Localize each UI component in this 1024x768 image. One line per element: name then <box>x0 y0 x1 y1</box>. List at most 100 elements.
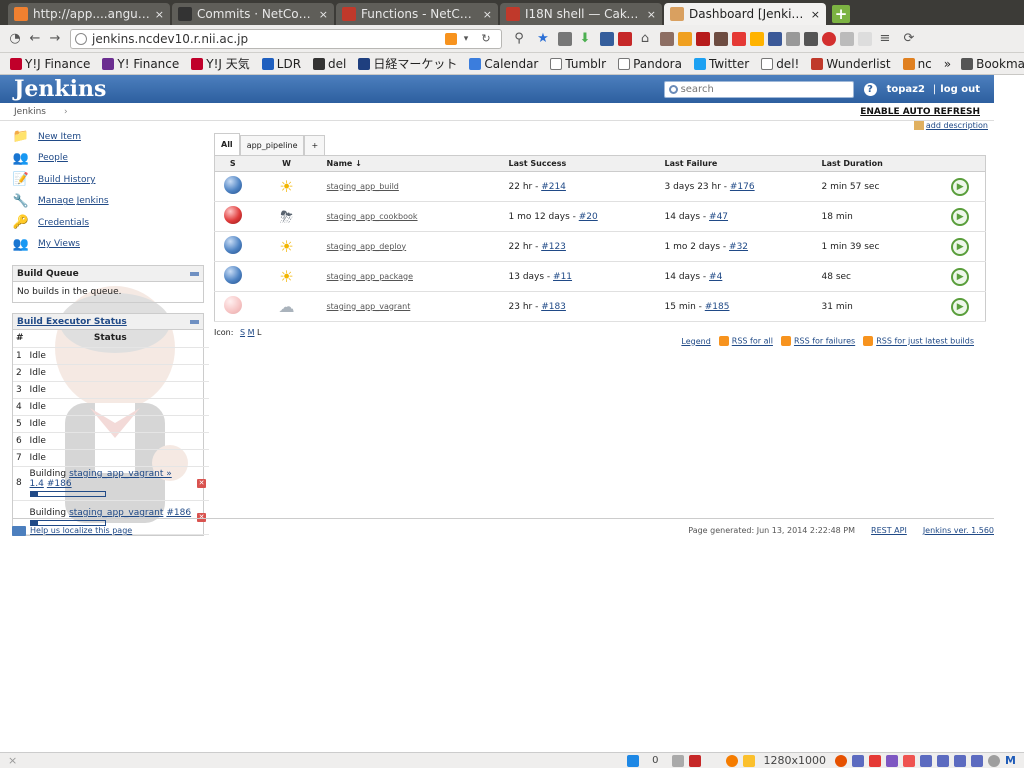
executor-progress-bar[interactable] <box>29 491 106 497</box>
schedule-build-icon[interactable]: ▶ <box>951 207 970 226</box>
add-description-link[interactable]: add description <box>913 121 988 130</box>
css-icon[interactable] <box>971 754 984 767</box>
job-name-link[interactable]: staging_app_vagrant <box>327 302 411 311</box>
stop-build-icon[interactable]: ✕ <box>197 479 207 488</box>
schedule-build-icon[interactable]: ▶ <box>951 237 970 256</box>
bookmarks-menu[interactable]: Bookmarks <box>961 57 1024 71</box>
sidebar-task-new-item[interactable]: 📁 New Item <box>12 126 204 148</box>
status-ball-blue-icon[interactable] <box>223 236 242 254</box>
breadcrumb-chevron-icon[interactable]: › <box>64 107 68 117</box>
translate-icon[interactable] <box>804 31 818 46</box>
col-name[interactable]: Name ↓ <box>322 155 505 172</box>
last-failure-build-link[interactable]: #4 <box>709 272 722 282</box>
extension-icon[interactable] <box>750 31 764 46</box>
rss-feed-icon[interactable] <box>445 32 457 45</box>
search-icon[interactable]: ⚲ <box>510 30 528 48</box>
browser-tab[interactable]: Dashboard [Jenkins] × <box>664 3 826 25</box>
sidebar-task-credentials[interactable]: 🔑 Credentials <box>12 212 204 234</box>
view-tab[interactable]: + <box>304 135 326 155</box>
site-info-icon[interactable] <box>75 32 87 45</box>
executor-title[interactable]: Build Executor Status <box>17 317 127 327</box>
bookmark-item[interactable]: nc <box>902 55 932 72</box>
menu-icon[interactable]: ≡ <box>876 30 894 48</box>
bookmark-item[interactable]: del! <box>761 55 799 72</box>
icon-size-small[interactable]: S <box>240 328 245 337</box>
star-icon[interactable]: ★ <box>534 30 552 48</box>
bookmark-item[interactable]: LDR <box>261 55 301 72</box>
dropdown-icon[interactable]: ▾ <box>457 30 475 48</box>
schedule-build-icon[interactable]: ▶ <box>951 177 970 196</box>
browser-tab[interactable]: http://app....anguage=ja × <box>8 3 170 25</box>
bookmark-item[interactable]: Wunderlist <box>811 55 891 72</box>
bookmark-item[interactable]: Tumblr <box>550 55 606 72</box>
sidebar-task-link[interactable]: People <box>38 153 68 163</box>
last-failure-build-link[interactable]: #176 <box>730 182 755 192</box>
sync-icon[interactable]: ⟳ <box>900 30 918 48</box>
last-failure-build-link[interactable]: #47 <box>709 212 728 222</box>
tab-close-icon[interactable]: × <box>155 8 164 21</box>
bookmark-item[interactable]: Y!J 天気 <box>191 55 250 72</box>
last-success-build-link[interactable]: #11 <box>553 272 572 282</box>
last-failure-build-link[interactable]: #185 <box>705 302 730 312</box>
view-tab[interactable]: app_pipeline <box>239 135 305 155</box>
collapse-icon[interactable] <box>190 271 199 276</box>
addon-icon[interactable] <box>835 754 848 767</box>
schedule-build-icon[interactable]: ▶ <box>951 297 970 316</box>
bookmark-item[interactable]: Calendar <box>469 55 538 72</box>
bookmark-item[interactable]: Pandora <box>618 55 682 72</box>
icon-size-medium[interactable]: M <box>248 328 255 337</box>
back-icon[interactable]: ← <box>26 30 44 48</box>
build-queue-title[interactable]: Build Queue <box>17 269 79 279</box>
extension-icon[interactable] <box>660 31 674 46</box>
bookmark-item[interactable]: del <box>313 55 346 72</box>
status-ball-ghost-icon[interactable] <box>223 296 242 314</box>
save-icon[interactable] <box>600 31 614 46</box>
url-bar[interactable]: jenkins.ncdev10.r.nii.ac.jp ▾ ↻ <box>70 28 502 49</box>
hatena-bookmark-icon[interactable] <box>627 754 640 767</box>
browser-tab[interactable]: Commits · NetCommo... × <box>172 3 334 25</box>
job-name-link[interactable]: staging_app_build <box>327 182 399 191</box>
history-icon[interactable]: ◔ <box>6 30 24 48</box>
browser-tab[interactable]: Functions - NetComm... × <box>336 3 498 25</box>
gmail-icon[interactable]: M <box>1005 754 1016 767</box>
addon-icon[interactable] <box>618 31 632 46</box>
adblock-icon[interactable] <box>822 31 836 46</box>
facebook-icon[interactable] <box>768 31 782 46</box>
col-last-duration[interactable]: Last Duration <box>817 155 936 172</box>
rss-link[interactable]: RSS for all <box>718 336 773 346</box>
bookmark-item[interactable]: 日経マーケット <box>358 55 457 72</box>
executor-build-link[interactable]: #186 <box>47 479 72 489</box>
browser-tab[interactable]: I18N shell — CakePHP ... × <box>500 3 662 25</box>
user-link[interactable]: topaz2 <box>887 84 925 95</box>
col-weather[interactable]: W <box>250 155 323 172</box>
extension-icon[interactable] <box>786 31 800 46</box>
js-icon[interactable] <box>852 754 865 767</box>
logout-link[interactable]: log out <box>940 84 980 95</box>
last-success-build-link[interactable]: #183 <box>541 302 566 312</box>
new-tab-icon[interactable]: + <box>832 5 850 23</box>
extension-icon[interactable] <box>714 31 728 46</box>
col-last-success[interactable]: Last Success <box>504 155 661 172</box>
download-icon[interactable]: ⬇ <box>576 30 594 48</box>
tab-close-icon[interactable]: × <box>319 8 328 21</box>
help-icon[interactable]: ? <box>863 82 877 96</box>
firebug-icon[interactable] <box>725 754 738 767</box>
job-name-link[interactable]: staging_app_cookbook <box>327 212 418 221</box>
status-ball-blue-icon[interactable] <box>223 176 242 194</box>
tab-close-icon[interactable]: × <box>483 8 492 21</box>
bookmark-item[interactable]: Twitter <box>693 55 749 72</box>
silverlight-icon[interactable] <box>903 754 916 767</box>
image-icon[interactable] <box>937 754 950 767</box>
extension-icon[interactable] <box>678 31 692 46</box>
close-icon[interactable]: × <box>8 754 17 767</box>
overflow-chevron-icon[interactable]: » <box>944 57 951 71</box>
status-ball-blue-icon[interactable] <box>223 266 242 284</box>
rss-link[interactable]: RSS for just latest builds <box>863 336 974 346</box>
flash-icon[interactable] <box>886 754 899 767</box>
clipboard-icon[interactable] <box>558 31 572 46</box>
rss-link[interactable]: RSS for failures <box>780 336 855 346</box>
sidebar-task-link[interactable]: Build History <box>38 175 95 185</box>
sidebar-task-link[interactable]: New Item <box>38 132 81 142</box>
extension-icon[interactable] <box>696 31 710 46</box>
cookie-icon[interactable] <box>920 754 933 767</box>
